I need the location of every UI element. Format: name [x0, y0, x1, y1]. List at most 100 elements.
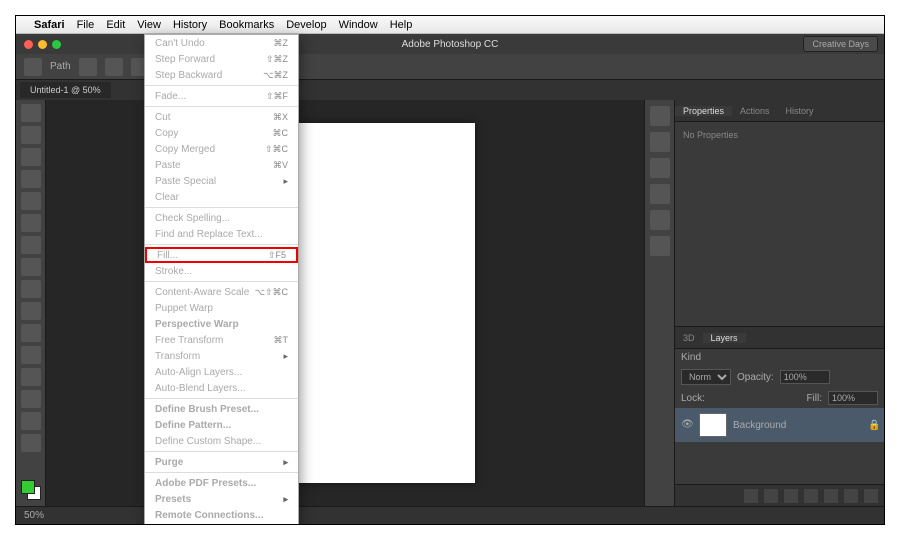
menu-develop[interactable]: Develop [286, 19, 326, 31]
link-layers-icon[interactable] [744, 489, 758, 503]
kind-label: Kind [681, 352, 701, 363]
workspace-switcher[interactable]: Creative Days [803, 36, 878, 52]
collapsed-panels [644, 100, 674, 506]
paths-panel-icon[interactable] [650, 236, 670, 256]
hand-tool-icon[interactable] [21, 412, 41, 430]
crop-tool-icon[interactable] [21, 192, 41, 210]
new-layer-icon[interactable] [844, 489, 858, 503]
menu-item-clear: Clear [145, 189, 298, 205]
menu-item-purge[interactable]: Purge [145, 454, 298, 470]
menu-item-transform: Transform [145, 348, 298, 364]
menu-window[interactable]: Window [339, 19, 378, 31]
layers-panel: 3D Layers Kind Normal Opacity: Lock: Fil… [675, 326, 884, 506]
menu-item-copy-merged: Copy Merged⇧⌘C [145, 141, 298, 157]
menu-bookmarks[interactable]: Bookmarks [219, 19, 274, 31]
edit-menu-dropdown: Can't Undo⌘ZStep Forward⇧⌘ZStep Backward… [144, 34, 299, 525]
menu-item-define-pattern[interactable]: Define Pattern... [145, 417, 298, 433]
menu-item-content-aware-scale: Content-Aware Scale⌥⇧⌘C [145, 284, 298, 300]
tab-actions[interactable]: Actions [732, 106, 778, 116]
stamp-tool-icon[interactable] [21, 258, 41, 276]
blend-row: Normal Opacity: [675, 366, 884, 388]
menu-item-free-transform: Free Transform⌘T [145, 332, 298, 348]
menu-item-adobe-pdf-presets[interactable]: Adobe PDF Presets... [145, 475, 298, 491]
menu-item-copy: Copy⌘C [145, 125, 298, 141]
blend-mode-select[interactable]: Normal [681, 369, 731, 385]
visibility-icon[interactable]: 👁 [681, 419, 693, 431]
tool-preset-icon[interactable] [24, 58, 42, 76]
swatches-panel-icon[interactable] [650, 132, 670, 152]
opacity-input[interactable] [780, 370, 830, 384]
menu-item-define-custom-shape: Define Custom Shape... [145, 433, 298, 449]
tab-properties[interactable]: Properties [675, 106, 732, 116]
path-tool-icon[interactable] [21, 368, 41, 386]
menu-item-cut: Cut⌘X [145, 109, 298, 125]
foreground-color[interactable] [21, 480, 35, 494]
move-tool-icon[interactable] [21, 104, 41, 122]
color-swatch[interactable] [21, 480, 41, 500]
fill-input[interactable] [828, 391, 878, 405]
fx-icon[interactable] [764, 489, 778, 503]
lasso-tool-icon[interactable] [21, 148, 41, 166]
menu-item-auto-align-layers: Auto-Align Layers... [145, 364, 298, 380]
layer-row[interactable]: 👁 Background 🔒 [675, 408, 884, 442]
lock-icon: 🔒 [868, 420, 878, 430]
tab-history[interactable]: History [778, 106, 822, 116]
layer-name: Background [733, 420, 786, 431]
document-tab[interactable]: Untitled-1 @ 50% [20, 82, 111, 98]
tab-layers[interactable]: Layers [703, 333, 746, 343]
adjustment-icon[interactable] [804, 489, 818, 503]
fill-label: Fill: [806, 393, 822, 404]
app-window: Safari File Edit View History Bookmarks … [15, 15, 885, 525]
menu-file[interactable]: File [77, 19, 95, 31]
properties-body: No Properties [675, 122, 884, 326]
zoom-tool-icon[interactable] [21, 434, 41, 452]
menu-item-fade: Fade...⇧⌘F [145, 88, 298, 104]
menu-edit[interactable]: Edit [106, 19, 125, 31]
marquee-tool-icon[interactable] [21, 126, 41, 144]
group-icon[interactable] [824, 489, 838, 503]
app-title: Adobe Photoshop CC [402, 39, 499, 50]
close-button[interactable] [24, 40, 33, 49]
minimize-button[interactable] [38, 40, 47, 49]
styles-panel-icon[interactable] [650, 184, 670, 204]
menu-item-paste-special[interactable]: Paste Special [145, 173, 298, 189]
trash-icon[interactable] [864, 489, 878, 503]
properties-tabs: Properties Actions History [675, 100, 884, 122]
eyedropper-tool-icon[interactable] [21, 214, 41, 232]
color-panel-icon[interactable] [650, 106, 670, 126]
option-icon[interactable] [79, 58, 97, 76]
zoom-button[interactable] [52, 40, 61, 49]
pen-tool-icon[interactable] [21, 324, 41, 342]
layer-thumbnail[interactable] [699, 413, 727, 437]
canvas-area [46, 100, 644, 506]
menu-item-fill[interactable]: Fill...⇧F5 [145, 247, 298, 263]
menu-safari[interactable]: Safari [34, 19, 65, 31]
type-tool-icon[interactable] [21, 346, 41, 364]
lock-row: Lock: Fill: [675, 388, 884, 408]
brush-tool-icon[interactable] [21, 236, 41, 254]
menu-item-find-and-replace-text: Find and Replace Text... [145, 226, 298, 242]
layer-filter-row: Kind [675, 349, 884, 366]
channels-panel-icon[interactable] [650, 210, 670, 230]
menu-help[interactable]: Help [390, 19, 413, 31]
shape-tool-icon[interactable] [21, 390, 41, 408]
menu-history[interactable]: History [173, 19, 207, 31]
menu-item-define-brush-preset[interactable]: Define Brush Preset... [145, 401, 298, 417]
wand-tool-icon[interactable] [21, 170, 41, 188]
menu-item-paste[interactable]: Paste⌘V [145, 157, 298, 173]
menu-view[interactable]: View [137, 19, 161, 31]
eraser-tool-icon[interactable] [21, 280, 41, 298]
adjustments-panel-icon[interactable] [650, 158, 670, 178]
menu-item-perspective-warp[interactable]: Perspective Warp [145, 316, 298, 332]
menu-item-step-backward[interactable]: Step Backward⌥⌘Z [145, 67, 298, 83]
layers-tabs: 3D Layers [675, 327, 884, 349]
layers-footer [675, 484, 884, 506]
menu-item-presets[interactable]: Presets [145, 491, 298, 507]
tab-3d[interactable]: 3D [675, 333, 703, 343]
menu-item-remote-connections[interactable]: Remote Connections... [145, 507, 298, 523]
menu-item-stroke: Stroke... [145, 263, 298, 279]
traffic-lights [16, 40, 61, 49]
option-icon[interactable] [105, 58, 123, 76]
gradient-tool-icon[interactable] [21, 302, 41, 320]
mask-icon[interactable] [784, 489, 798, 503]
